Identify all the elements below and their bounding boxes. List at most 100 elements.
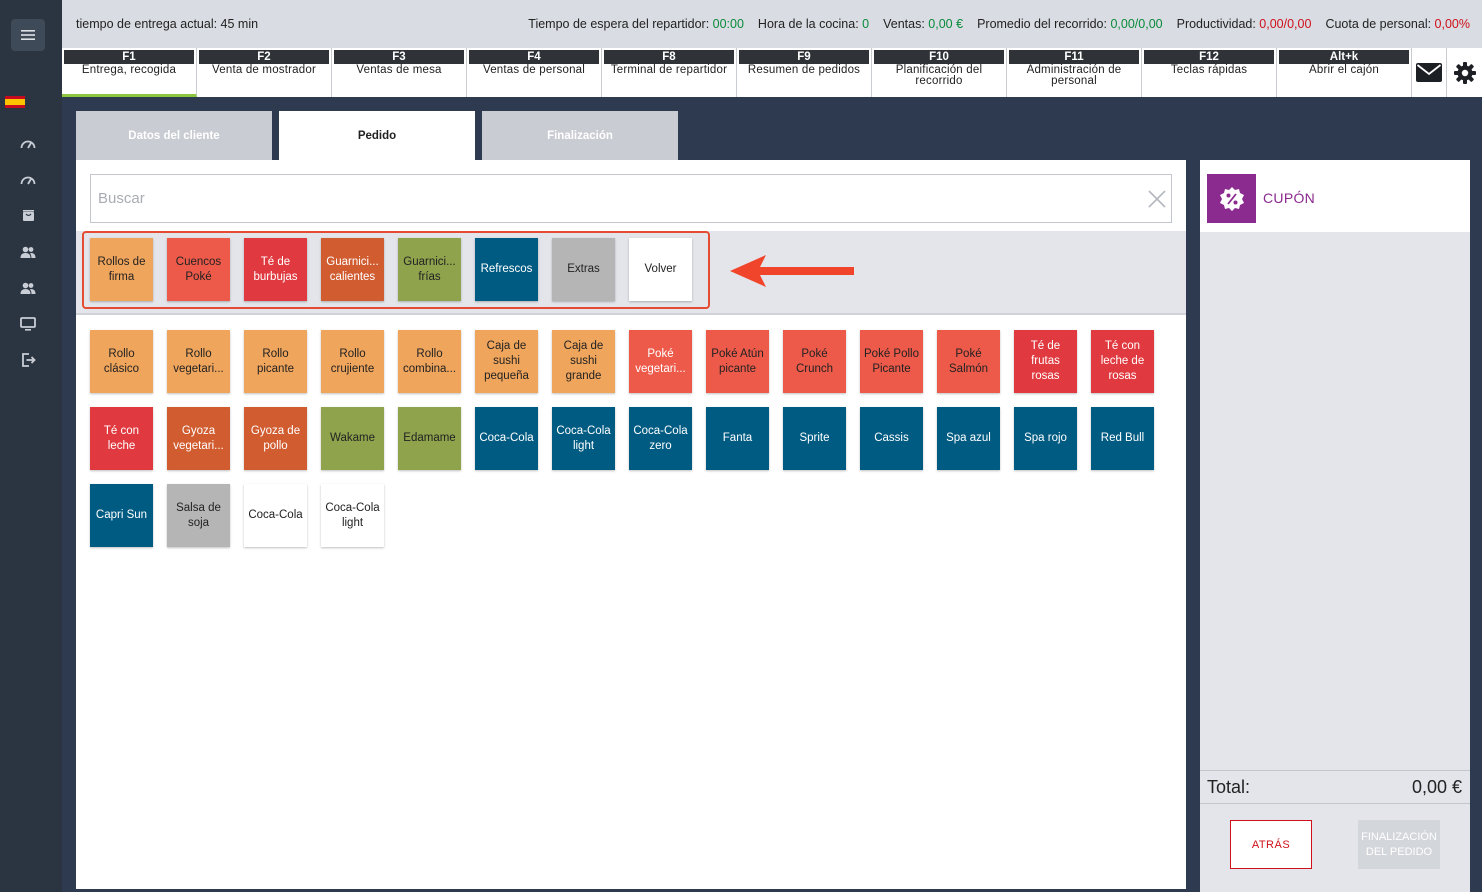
product-tile[interactable]: Fanta bbox=[706, 407, 769, 470]
product-tile[interactable]: Rollo combina... bbox=[398, 330, 461, 393]
fkey-order-summary[interactable]: F9 Resumen de pedidos bbox=[737, 48, 872, 97]
total-value: 0,00 € bbox=[1411, 777, 1462, 797]
finish-order-button[interactable]: FINALIZACIÓN DEL PEDIDO bbox=[1358, 820, 1440, 869]
category-tile[interactable]: Rollos de firma bbox=[90, 238, 153, 301]
product-tile[interactable]: Spa rojo bbox=[1014, 407, 1077, 470]
fkey-driver-terminal[interactable]: F8 Terminal de repartidor bbox=[602, 48, 737, 97]
staff-button[interactable] bbox=[18, 278, 38, 298]
gear-icon bbox=[1453, 61, 1476, 84]
logout-button[interactable] bbox=[18, 350, 38, 370]
product-tile[interactable]: Poké Crunch bbox=[783, 330, 846, 393]
category-tile[interactable]: Volver bbox=[629, 238, 692, 301]
stat-kitchen-time: Hora de la cocina: 0 bbox=[757, 17, 870, 31]
product-tile[interactable]: Coca-Cola zero bbox=[629, 407, 692, 470]
category-tile[interactable]: Cuencos Poké bbox=[167, 238, 230, 301]
tab-finalization[interactable]: Finalización bbox=[482, 111, 678, 160]
left-rail bbox=[0, 0, 62, 892]
product-tile[interactable]: Poké vegetari... bbox=[629, 330, 692, 393]
product-tile[interactable]: Poké Atún picante bbox=[706, 330, 769, 393]
order-summary-panel: CUPÓN Total: 0,00 € ATRÁS FINALIZACIÓN D… bbox=[1200, 160, 1470, 892]
product-tile[interactable]: Coca-Cola bbox=[475, 407, 538, 470]
stat-route-average: Promedio del recorrido: 0,00/0,00 bbox=[977, 17, 1163, 31]
speedometer-icon bbox=[20, 176, 36, 185]
users-icon bbox=[20, 282, 36, 294]
product-tile[interactable]: Caja de sushi pequeña bbox=[475, 330, 538, 393]
order-panel: Rollos de firmaCuencos PokéTé de burbuja… bbox=[76, 160, 1186, 889]
product-tile[interactable]: Rollo picante bbox=[244, 330, 307, 393]
messages-button[interactable] bbox=[1412, 48, 1447, 97]
fkey-counter-sale[interactable]: F2 Venta de mostrador bbox=[197, 48, 332, 97]
product-tile[interactable]: Poké Salmón bbox=[937, 330, 1000, 393]
coupon-button[interactable] bbox=[1207, 174, 1256, 223]
product-tile[interactable]: Té con leche de rosas bbox=[1091, 330, 1154, 393]
category-tile[interactable]: Guarnici... calientes bbox=[321, 238, 384, 301]
product-tile[interactable]: Poké Pollo Picante bbox=[860, 330, 923, 393]
display-button[interactable] bbox=[18, 314, 38, 334]
percent-badge-icon bbox=[1219, 186, 1244, 211]
hamburger-icon bbox=[21, 30, 35, 40]
product-tile[interactable]: Coca-Cola light bbox=[552, 407, 615, 470]
tab-order[interactable]: Pedido bbox=[279, 111, 475, 160]
category-bar: Rollos de firma Cuencos Poké Té de burbuja… bbox=[76, 231, 1186, 315]
search-input[interactable] bbox=[91, 175, 1121, 222]
close-icon[interactable] bbox=[1147, 189, 1167, 209]
product-tile[interactable]: Gyoza vegetari... bbox=[167, 407, 230, 470]
fkey-delivery-pickup[interactable]: F1 Entrega, recogida bbox=[62, 48, 197, 97]
product-tile[interactable]: Cassis bbox=[860, 407, 923, 470]
category-tile[interactable]: Refrescos bbox=[475, 238, 538, 301]
product-tile[interactable]: Salsa de soja bbox=[167, 484, 230, 547]
settings-button[interactable] bbox=[1447, 48, 1482, 97]
stat-sales: Ventas: 0,00 € bbox=[883, 17, 964, 31]
monitor-icon bbox=[20, 317, 36, 331]
fkey-staff-admin[interactable]: F11 Administración de personal bbox=[1007, 48, 1142, 97]
total-label: Total: bbox=[1207, 777, 1251, 797]
product-tile[interactable]: Capri Sun bbox=[90, 484, 153, 547]
speedometer-icon bbox=[20, 140, 36, 149]
coupon-row[interactable]: CUPÓN bbox=[1200, 160, 1470, 232]
product-tile[interactable]: Rollo clásico bbox=[90, 330, 153, 393]
product-tile[interactable]: Té de frutas rosas bbox=[1014, 330, 1077, 393]
customers-button[interactable] bbox=[18, 242, 38, 262]
fkey-table-sales[interactable]: F3 Ventas de mesa bbox=[332, 48, 467, 97]
bag-icon bbox=[22, 209, 34, 221]
hamburger-menu-button[interactable] bbox=[11, 19, 45, 51]
category-tile[interactable]: Guarnici... frías bbox=[398, 238, 461, 301]
dashboard-button[interactable] bbox=[18, 134, 38, 154]
product-tile[interactable]: Wakame bbox=[321, 407, 384, 470]
fkey-icon-group bbox=[1412, 48, 1482, 97]
tab-customer-data[interactable]: Datos del cliente bbox=[76, 111, 272, 160]
total-row: Total: 0,00 € bbox=[1200, 770, 1470, 804]
product-tile[interactable]: Coca-Cola light bbox=[321, 484, 384, 547]
fkey-open-drawer[interactable]: Alt+k Abrir el cajón bbox=[1277, 48, 1412, 97]
product-tile[interactable]: Sprite bbox=[783, 407, 846, 470]
search-box bbox=[90, 174, 1172, 223]
product-tile[interactable]: Gyoza de pollo bbox=[244, 407, 307, 470]
product-tile[interactable]: Rollo crujiente bbox=[321, 330, 384, 393]
fkey-route-planning[interactable]: F10 Planificación del recorrido bbox=[872, 48, 1007, 97]
envelope-icon bbox=[1416, 63, 1442, 82]
product-tile[interactable]: Spa azul bbox=[937, 407, 1000, 470]
stats-bar: Tiempo de espera del repartidor: 00:00 H… bbox=[528, 17, 1470, 31]
fkey-hotkeys[interactable]: F12 Teclas rápidas bbox=[1142, 48, 1277, 97]
category-tile[interactable]: Extras bbox=[552, 238, 615, 301]
product-tile[interactable]: Rollo vegetari... bbox=[167, 330, 230, 393]
orders-button[interactable] bbox=[18, 205, 38, 225]
delivery-time: tiempo de entrega actual: 45 min bbox=[76, 17, 259, 31]
stat-staff-quota: Cuota de personal: 0,00% bbox=[1325, 17, 1470, 31]
category-tile[interactable]: Té de burbujas bbox=[244, 238, 307, 301]
back-button[interactable]: ATRÁS bbox=[1230, 820, 1312, 869]
product-tile[interactable]: Edamame bbox=[398, 407, 461, 470]
stat-productivity: Productividad: 0,00/0,00 bbox=[1176, 17, 1312, 31]
arrow-annotation-icon bbox=[730, 255, 854, 287]
coupon-label: CUPÓN bbox=[1263, 190, 1316, 206]
fkey-staff-sales[interactable]: F4 Ventas de personal bbox=[467, 48, 602, 97]
statistics-button[interactable] bbox=[18, 170, 38, 190]
product-tile[interactable]: Red Bull bbox=[1091, 407, 1154, 470]
logout-icon bbox=[21, 353, 36, 367]
product-tile[interactable]: Coca-Cola bbox=[244, 484, 307, 547]
product-tile[interactable]: Té con leche bbox=[90, 407, 153, 470]
users-icon bbox=[20, 246, 36, 258]
spain-flag-icon[interactable] bbox=[5, 96, 25, 108]
product-tile[interactable]: Caja de sushi grande bbox=[552, 330, 615, 393]
status-header: tiempo de entrega actual: 45 min Tiempo … bbox=[62, 0, 1482, 48]
